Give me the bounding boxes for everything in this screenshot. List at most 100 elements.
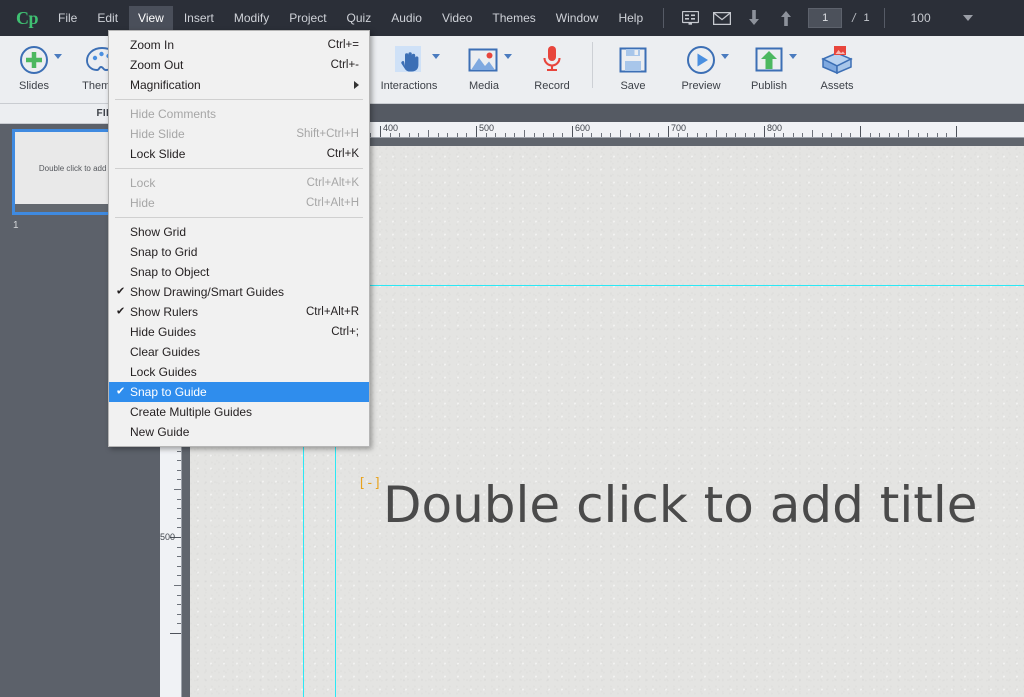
ruler-tick bbox=[744, 133, 746, 137]
microphone-icon bbox=[540, 41, 564, 79]
menu-audio[interactable]: Audio bbox=[382, 6, 431, 30]
ruler-tick bbox=[581, 133, 583, 137]
menu-item-create-multiple-guides[interactable]: Create Multiple Guides bbox=[109, 402, 369, 422]
chevron-down-icon[interactable] bbox=[789, 54, 797, 59]
menu-item-magnification[interactable]: Magnification bbox=[109, 75, 369, 95]
menu-item-show-rulers[interactable]: ✔ Show Rulers Ctrl+Alt+R bbox=[109, 302, 369, 322]
menu-project[interactable]: Project bbox=[280, 6, 335, 30]
menu-modify[interactable]: Modify bbox=[225, 6, 278, 30]
arrow-down-icon[interactable] bbox=[741, 7, 767, 29]
ruler-tick bbox=[696, 133, 698, 137]
ruler-tick bbox=[177, 498, 181, 500]
slide-number-label: 1 bbox=[13, 220, 19, 231]
chevron-down-icon[interactable] bbox=[962, 15, 973, 21]
arrow-up-icon[interactable] bbox=[773, 7, 799, 29]
toolbar-button-interactions[interactable]: Interactions bbox=[368, 36, 450, 102]
menu-item-label: Zoom In bbox=[130, 38, 175, 52]
toolbar-button-preview[interactable]: Preview bbox=[667, 36, 735, 102]
toolbar-label: Media bbox=[469, 80, 499, 92]
ruler-tick bbox=[936, 133, 938, 137]
menu-item-lock: Lock Ctrl+Alt+K bbox=[109, 173, 369, 193]
menu-item-shortcut: Shift+Ctrl+H bbox=[296, 128, 359, 140]
ruler-tick bbox=[177, 604, 181, 606]
toolbar-button-save[interactable]: Save bbox=[599, 36, 667, 102]
toolbar-button-slides[interactable]: Slides bbox=[0, 36, 68, 102]
ruler-tick bbox=[514, 133, 516, 137]
toolbar-label: Publish bbox=[750, 80, 788, 92]
toolbar-button-record[interactable]: Record bbox=[518, 36, 586, 102]
toolbar-label: Record bbox=[534, 80, 570, 92]
menu-edit[interactable]: Edit bbox=[88, 6, 127, 30]
menu-item-zoom-out[interactable]: Zoom Out Ctrl+- bbox=[109, 55, 369, 75]
menu-item-lock-guides[interactable]: Lock Guides bbox=[109, 362, 369, 382]
total-pages-label: 1 bbox=[863, 12, 870, 24]
menu-file[interactable]: File bbox=[49, 6, 86, 30]
menu-help[interactable]: Help bbox=[609, 6, 652, 30]
menu-quiz[interactable]: Quiz bbox=[338, 6, 381, 30]
menu-item-show-drawing-smart-guides[interactable]: ✔ Show Drawing/Smart Guides bbox=[109, 282, 369, 302]
menu-themes[interactable]: Themes bbox=[483, 6, 544, 30]
current-page-input[interactable]: 1 bbox=[808, 8, 843, 28]
menu-item-label: Show Grid bbox=[130, 225, 187, 239]
ruler-label: 400 bbox=[383, 123, 399, 133]
ruler-tick bbox=[869, 133, 871, 137]
toolbar-button-assets[interactable]: Assets bbox=[803, 36, 871, 102]
menu-item-snap-to-guide[interactable]: ✔ Snap to Guide bbox=[109, 382, 369, 402]
chevron-down-icon[interactable] bbox=[432, 54, 440, 59]
ruler-tick bbox=[572, 126, 573, 137]
menu-window[interactable]: Window bbox=[547, 6, 608, 30]
menu-item-new-guide[interactable]: New Guide bbox=[109, 422, 369, 442]
toolbar-divider-2 bbox=[592, 42, 593, 88]
ruler-tick bbox=[879, 133, 881, 137]
envelope-icon[interactable] bbox=[709, 7, 735, 29]
ruler-tick bbox=[177, 565, 181, 567]
ruler-tick bbox=[840, 133, 842, 137]
toolbar-button-publish[interactable]: Publish bbox=[735, 36, 803, 102]
slide-title-placeholder[interactable]: Double click to add title bbox=[383, 476, 978, 534]
ruler-tick bbox=[783, 133, 785, 137]
ruler-tick bbox=[898, 133, 900, 137]
text-placeholder-marker-icon: [-] bbox=[358, 476, 381, 491]
menu-item-hide-guides[interactable]: Hide Guides Ctrl+; bbox=[109, 322, 369, 342]
ruler-tick bbox=[543, 133, 545, 137]
menu-item-lock-slide[interactable]: Lock Slide Ctrl+K bbox=[109, 144, 369, 164]
marker-glyph: [-] bbox=[358, 476, 382, 491]
ruler-tick bbox=[408, 133, 410, 137]
play-circle-icon bbox=[685, 41, 717, 79]
menu-item-clear-guides[interactable]: Clear Guides bbox=[109, 342, 369, 362]
ruler-tick bbox=[466, 133, 468, 137]
display-monitor-icon[interactable] bbox=[677, 7, 703, 29]
menu-video[interactable]: Video bbox=[433, 6, 481, 30]
chevron-down-icon[interactable] bbox=[504, 54, 512, 59]
ruler-tick bbox=[177, 450, 181, 452]
menu-item-label: Lock bbox=[130, 176, 156, 190]
ruler-tick bbox=[177, 469, 181, 471]
add-slide-icon bbox=[18, 41, 50, 79]
zoom-level-value[interactable]: 100 bbox=[911, 11, 931, 25]
toolbar-button-media[interactable]: Media bbox=[450, 36, 518, 102]
ruler-tick bbox=[725, 133, 727, 137]
menu-item-label: Hide bbox=[130, 196, 155, 210]
menu-item-snap-to-grid[interactable]: Snap to Grid bbox=[109, 242, 369, 262]
ruler-label: 500 bbox=[479, 123, 495, 133]
chevron-down-icon[interactable] bbox=[54, 54, 62, 59]
ruler-tick bbox=[754, 133, 756, 137]
ruler-tick bbox=[600, 133, 602, 137]
menu-insert[interactable]: Insert bbox=[175, 6, 223, 30]
ruler-tick bbox=[456, 133, 458, 137]
menu-item-shortcut: Ctrl+Alt+K bbox=[306, 177, 359, 189]
ruler-tick bbox=[831, 133, 833, 137]
menu-view[interactable]: View bbox=[129, 6, 173, 30]
toolbar-label: Interactions bbox=[380, 80, 438, 92]
menu-item-snap-to-object[interactable]: Snap to Object bbox=[109, 262, 369, 282]
ruler-tick bbox=[524, 130, 525, 137]
ruler-tick bbox=[562, 133, 564, 137]
menu-item-label: Snap to Guide bbox=[130, 385, 207, 399]
menu-item-label: New Guide bbox=[130, 425, 190, 439]
ruler-label: 700 bbox=[671, 123, 687, 133]
chevron-down-icon[interactable] bbox=[721, 54, 729, 59]
menu-item-zoom-in[interactable]: Zoom In Ctrl+= bbox=[109, 35, 369, 55]
check-icon: ✔ bbox=[116, 305, 126, 318]
menu-item-show-grid[interactable]: Show Grid bbox=[109, 222, 369, 242]
view-dropdown-menu[interactable]: Zoom In Ctrl+= Zoom Out Ctrl+- Magnification… bbox=[108, 30, 370, 447]
